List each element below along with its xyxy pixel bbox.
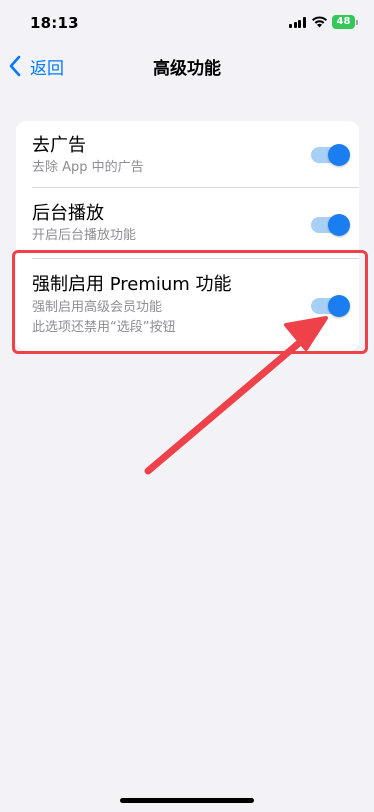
setting-title: 去广告 [32, 135, 86, 156]
remove-ads-toggle[interactable] [311, 144, 350, 166]
wifi-icon [312, 16, 327, 28]
status-bar: 18:13 48 [0, 0, 374, 44]
setting-title: 后台播放 [32, 203, 104, 224]
setting-subtitle: 去除 App 中的广告 [32, 160, 144, 175]
status-time: 18:13 [30, 14, 79, 32]
annotation-highlight-box [12, 250, 368, 354]
signal-icon [289, 17, 306, 28]
screen: 18:13 48 返回 高级功能 去广告 去除 App 中的广告 后台播放 开启… [0, 0, 374, 812]
page-title: 高级功能 [153, 59, 221, 79]
battery-icon: 48 [332, 15, 358, 29]
background-play-toggle[interactable] [311, 214, 350, 236]
home-indicator [120, 798, 254, 803]
setting-background-play: 后台播放 开启后台播放功能 [16, 187, 359, 253]
setting-remove-ads: 去广告 去除 App 中的广告 [16, 121, 359, 187]
navigation-bar: 返回 高级功能 [0, 44, 374, 88]
setting-subtitle: 开启后台播放功能 [32, 228, 137, 243]
battery-level: 48 [332, 15, 355, 29]
